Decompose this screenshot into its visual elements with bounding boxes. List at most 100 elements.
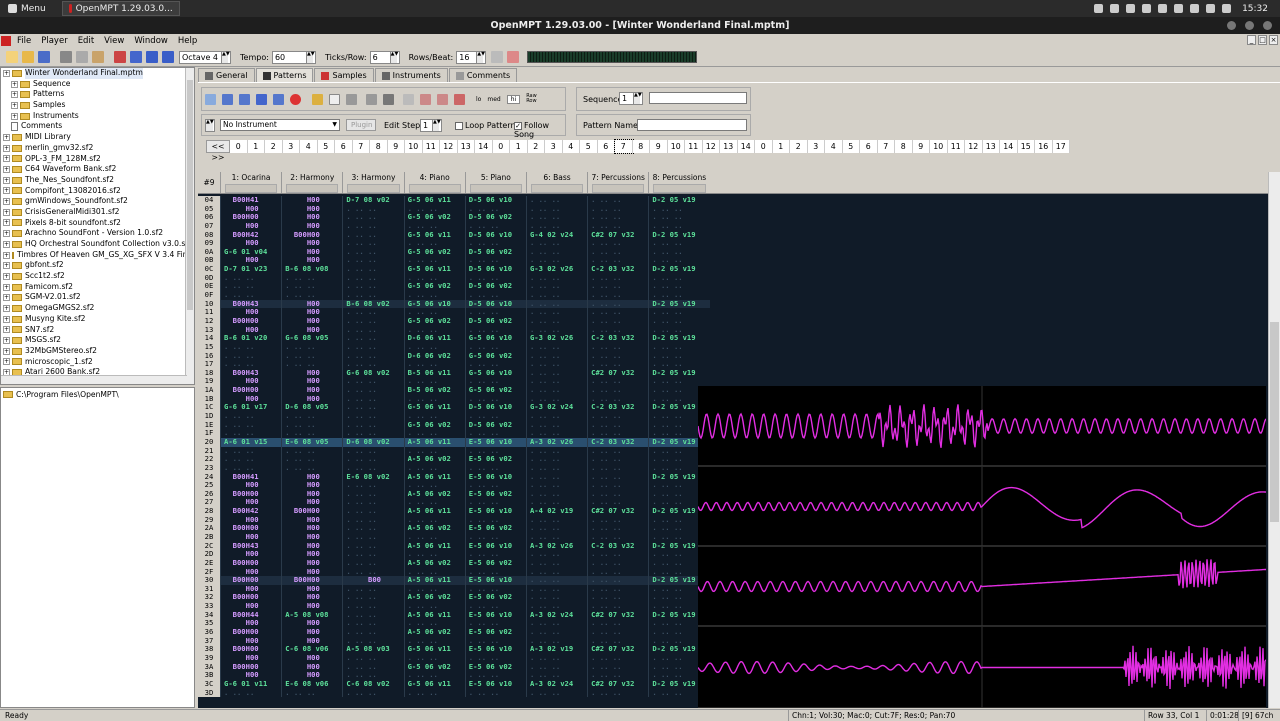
pattern-cell[interactable]: B00H00 (220, 386, 281, 395)
pattern-cell[interactable]: . .. .. (525, 299, 587, 309)
pattern-cell[interactable]: . .. .. (525, 316, 587, 326)
pattern-cell[interactable]: B00H41 (220, 196, 281, 205)
pattern-cell[interactable]: D-2 05 v19 (648, 368, 709, 378)
expand-icon[interactable]: + (3, 315, 10, 323)
pattern-cell[interactable]: . .. .. (587, 412, 648, 421)
expand-icon[interactable]: + (3, 219, 10, 227)
channel-header-7[interactable]: 7: Percussions (587, 172, 648, 193)
order-item[interactable]: 14 (737, 140, 755, 153)
pattern-cell[interactable]: . .. .. (342, 567, 403, 577)
pattern-cell[interactable]: . .. .. (342, 610, 403, 620)
pattern-cell[interactable]: . .. .. (587, 671, 648, 680)
pattern-cell[interactable]: E-5 06 v02 (464, 558, 526, 568)
pattern-cell[interactable]: . .. .. (403, 273, 465, 283)
pattern-cell[interactable]: . .. .. (342, 446, 403, 456)
order-item[interactable]: 3 (807, 140, 825, 153)
tree-item[interactable]: +32MbGMStereo.sf2 (1, 346, 194, 357)
expand-icon[interactable]: + (3, 208, 10, 216)
pattern-cell[interactable]: A-5 06 v02 (403, 558, 465, 568)
menu-window[interactable]: Window (129, 36, 173, 46)
pattern-cell[interactable]: . .. .. (464, 653, 526, 663)
order-item[interactable]: 0 (230, 140, 248, 153)
pattern-cell[interactable]: H00 (220, 239, 281, 248)
pattern-cell[interactable]: . .. .. (587, 213, 648, 222)
pattern-row[interactable]: 0C D-7 01 v23 B-6 08 v08. .. .. G-5 06 v11 D… (198, 264, 710, 274)
pattern-cell[interactable]: H00 (281, 256, 342, 266)
pattern-cell[interactable]: C-2 03 v32 (587, 403, 648, 413)
pattern-row[interactable]: 22. .. ... .. ... .. .. A-5 06 v02 E-5 06 … (198, 455, 710, 464)
app-icon[interactable] (1, 36, 11, 46)
pattern-cell[interactable]: . .. .. (648, 308, 709, 317)
pattern-cell[interactable]: B00H00 (220, 489, 281, 499)
bluetooth-icon[interactable] (1190, 4, 1200, 13)
pattern-cell[interactable]: . .. .. (587, 576, 648, 585)
pattern-cell[interactable]: . .. .. (464, 532, 526, 542)
pattern-cell[interactable]: . .. .. (525, 446, 587, 456)
pattern-cell[interactable]: H00 (281, 550, 342, 559)
battery-icon[interactable] (1206, 4, 1216, 13)
vu-toggle-icon[interactable] (312, 93, 323, 105)
pattern-cell[interactable]: . .. .. (525, 196, 587, 205)
pattern-cell[interactable]: . .. .. (525, 247, 587, 257)
pattern-cell[interactable]: D-5 06 v10 (464, 299, 526, 309)
pattern-cell[interactable]: . .. .. (648, 360, 709, 369)
pattern-cell[interactable]: H00 (281, 239, 342, 248)
pattern-cell[interactable]: H00 (281, 377, 342, 387)
pattern-cell[interactable]: G-4 02 v24 (525, 230, 587, 240)
order-item[interactable]: 11 (422, 140, 440, 153)
volume-icon[interactable] (1174, 4, 1184, 13)
pattern-cell[interactable]: . .. .. (587, 653, 648, 663)
pattern-cell[interactable]: . .. .. (403, 325, 465, 335)
menu-view[interactable]: View (99, 36, 129, 46)
spin-arrows-icon[interactable]: ▲▼ (432, 120, 441, 131)
stop-pattern-icon[interactable] (256, 93, 267, 105)
pattern-cell[interactable]: . .. .. (525, 291, 587, 300)
channel-mute-bar[interactable] (530, 184, 584, 193)
order-item[interactable]: 2 (790, 140, 808, 153)
pattern-cell[interactable]: G-5 06 v02 (403, 247, 465, 257)
channel-mute-bar[interactable] (653, 184, 706, 193)
pattern-cell[interactable]: H00 (220, 584, 281, 594)
pattern-cell[interactable]: H00 (281, 299, 342, 309)
pattern-cell[interactable]: . .. .. (525, 412, 587, 421)
order-item[interactable]: 10 (667, 140, 685, 153)
stop-icon[interactable] (130, 51, 142, 63)
pattern-cell[interactable]: D-7 01 v23 (220, 265, 281, 274)
pattern-cell[interactable]: H00 (281, 325, 342, 335)
paste-icon[interactable] (92, 51, 104, 63)
pattern-cell[interactable]: G-5 06 v10 (464, 334, 526, 343)
tree-item[interactable]: + Sequence (1, 79, 194, 90)
pattern-cell[interactable]: . .. .. (342, 498, 403, 508)
pattern-cell[interactable]: . .. .. (403, 291, 465, 300)
pattern-cell[interactable]: D-7 08 v02 (342, 196, 403, 205)
pattern-cell[interactable]: . .. .. (464, 291, 526, 300)
pattern-cell[interactable]: . .. .. (587, 463, 648, 473)
pattern-cell[interactable]: H00 (281, 472, 342, 482)
pattern-cell[interactable]: G-5 06 v02 (403, 662, 465, 672)
pattern-cell[interactable]: H00 (220, 204, 281, 214)
tree-scrollbar[interactable] (185, 68, 194, 384)
pattern-cell[interactable]: . .. .. (342, 463, 403, 473)
pattern-cell[interactable]: . .. .. (648, 213, 709, 222)
tree-item[interactable]: + gmWindows_Soundfont.sf2 (1, 196, 194, 207)
order-item[interactable]: 10 (930, 140, 948, 153)
pattern-cell[interactable]: H00 (220, 515, 281, 525)
pattern-cell[interactable]: . .. .. (587, 282, 648, 292)
pattern-cell[interactable]: H00 (281, 515, 342, 525)
pattern-cell[interactable]: A-3 02 v26 (525, 437, 587, 447)
pattern-row[interactable]: 3C G-6 01 v11 E-6 08 v06 C-6 08 v02 G-5 06 v… (198, 679, 710, 689)
pattern-cell[interactable]: B00H42 (220, 507, 281, 516)
pattern-cell[interactable]: H00 (220, 481, 281, 490)
channel-header-5[interactable]: 5: Piano (464, 172, 526, 193)
hi-button[interactable]: hi (506, 94, 521, 104)
pattern-row[interactable]: 07 H00 H00. .. ... .. ... .. ... .. ... … (198, 221, 710, 231)
pattern-cell[interactable]: . .. .. (587, 688, 648, 698)
order-item[interactable]: 12 (702, 140, 720, 153)
pattern-cell[interactable]: . .. .. (464, 342, 526, 352)
pattern-cell[interactable]: . .. .. (281, 291, 342, 300)
pattern-cell[interactable]: H00 (281, 247, 342, 257)
pattern-cell[interactable]: B-6 08 v08 (281, 265, 342, 274)
pattern-cell[interactable]: . .. .. (342, 265, 403, 274)
pattern-cell[interactable]: . .. .. (403, 360, 465, 369)
pattern-row[interactable]: 30 B00H00 B00H00 B00 A-5 06 v11 E-5 06 v10… (198, 576, 710, 585)
